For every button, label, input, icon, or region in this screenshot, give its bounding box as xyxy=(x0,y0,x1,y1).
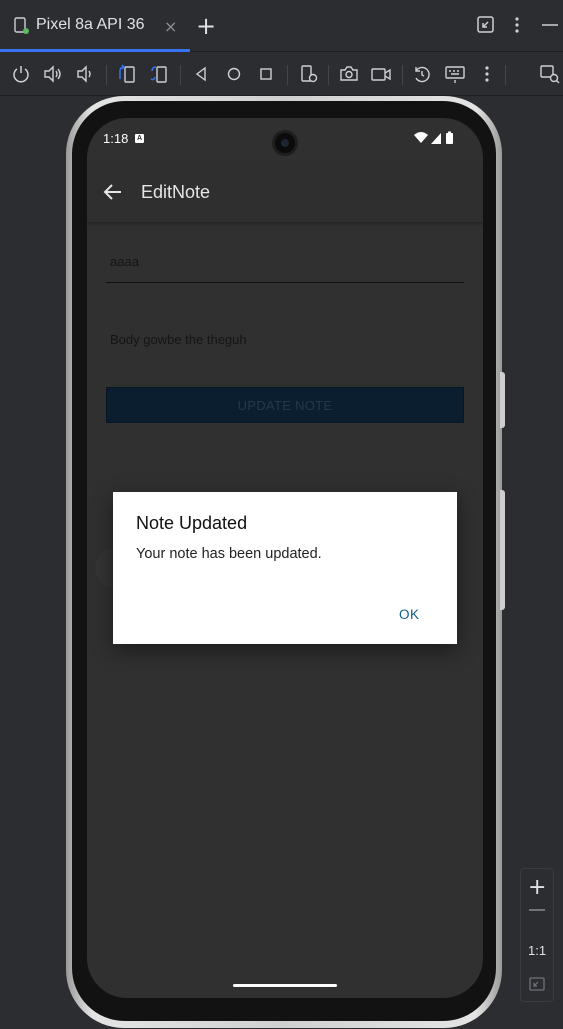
update-note-button[interactable]: UPDATE NOTE xyxy=(106,387,464,423)
note-title-input[interactable]: aaaa xyxy=(106,236,464,283)
note-updated-dialog: Note Updated Your note has been updated.… xyxy=(113,492,457,644)
dialog-ok-button[interactable]: OK xyxy=(399,607,420,622)
status-icons xyxy=(414,131,453,144)
emulator-tab-bar: Pixel 8a API 36 × + xyxy=(0,0,563,52)
app-bar: EditNote xyxy=(87,162,483,222)
toolbar-divider xyxy=(402,65,403,85)
rotate-left-icon[interactable] xyxy=(116,63,138,85)
rotate-right-icon[interactable] xyxy=(148,63,170,85)
toolbar-divider xyxy=(328,65,329,85)
device-explorer-icon[interactable] xyxy=(539,63,561,85)
note-title-value: aaaa xyxy=(110,254,139,269)
device-icon xyxy=(14,17,29,34)
more-icon[interactable] xyxy=(476,63,498,85)
dialog-title: Note Updated xyxy=(136,513,248,533)
dialog-message: Your note has been updated. xyxy=(136,546,322,562)
more-options-icon[interactable] xyxy=(507,15,527,35)
zoom-controls: + 1:1 xyxy=(520,868,554,1002)
signal-icon xyxy=(431,133,441,144)
status-time: 1:18 xyxy=(103,131,129,146)
add-tab-icon[interactable]: + xyxy=(196,12,216,40)
battery-icon xyxy=(446,133,453,144)
active-tab-indicator xyxy=(0,49,190,52)
power-icon[interactable] xyxy=(10,63,32,85)
device-tab[interactable]: Pixel 8a API 36 × xyxy=(0,0,190,52)
zoom-out-button[interactable] xyxy=(529,909,545,911)
zoom-in-button[interactable]: + xyxy=(528,875,546,900)
snapshot-icon[interactable] xyxy=(411,63,433,85)
wifi-icon xyxy=(414,132,428,143)
zoom-actual-size-button[interactable]: 1:1 xyxy=(528,943,546,958)
status-bar: 1:18 A xyxy=(87,118,483,162)
tab-close-icon[interactable]: × xyxy=(164,17,177,36)
volume-up-icon[interactable] xyxy=(42,63,64,85)
overview-icon[interactable] xyxy=(255,63,277,85)
note-body-input[interactable]: Body gowbe the theguh xyxy=(106,323,464,357)
home-icon[interactable] xyxy=(223,63,245,85)
volume-side-button xyxy=(500,372,505,428)
gesture-nav-handle[interactable] xyxy=(233,984,337,987)
keyboard-icon[interactable] xyxy=(444,63,466,85)
back-icon[interactable] xyxy=(190,63,212,85)
minimize-icon[interactable] xyxy=(540,15,560,35)
app-title: EditNote xyxy=(141,182,211,202)
toolbar-divider xyxy=(180,65,181,85)
restore-window-icon[interactable] xyxy=(476,15,496,35)
volume-down-icon[interactable] xyxy=(74,63,96,85)
device-settings-icon[interactable] xyxy=(298,63,320,85)
note-body-value: Body gowbe the theguh xyxy=(110,332,247,347)
toolbar-divider xyxy=(287,65,288,85)
tab-title: Pixel 8a API 36 xyxy=(36,16,145,33)
screenshot-icon[interactable] xyxy=(338,63,360,85)
back-arrow-icon[interactable] xyxy=(101,180,125,204)
front-camera xyxy=(272,130,298,156)
screen-record-icon[interactable] xyxy=(370,63,392,85)
toolbar-divider xyxy=(106,65,107,85)
toolbar-divider xyxy=(505,65,506,85)
notification-badge: A xyxy=(135,134,144,143)
emulator-toolbar xyxy=(0,53,563,96)
zoom-fit-icon[interactable] xyxy=(529,977,545,991)
power-side-button xyxy=(500,490,505,610)
